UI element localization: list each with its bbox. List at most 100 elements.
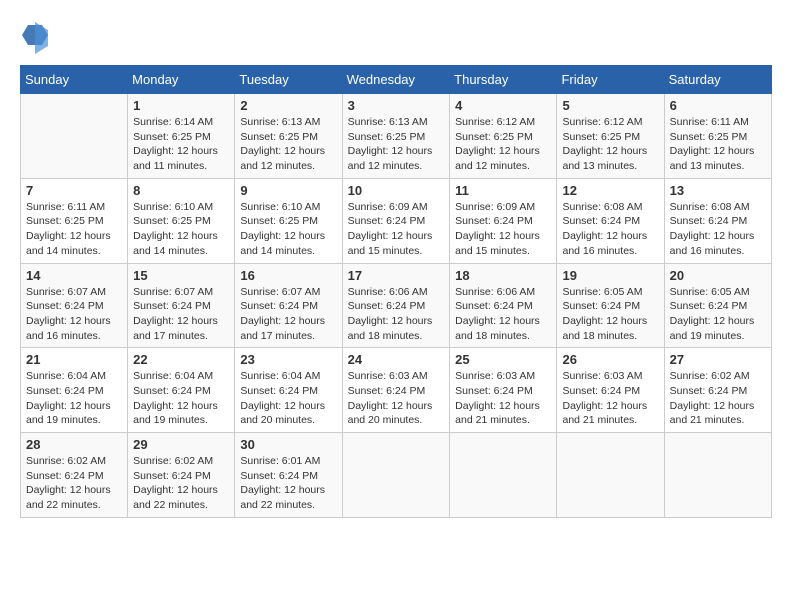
week-row-4: 21 Sunrise: 6:04 AM Sunset: 6:24 PM Dayli… xyxy=(21,348,772,433)
calendar-cell xyxy=(21,94,128,179)
day-info: Sunrise: 6:02 AM Sunset: 6:24 PM Dayligh… xyxy=(26,454,122,513)
calendar-cell: 10 Sunrise: 6:09 AM Sunset: 6:24 PM Dayli… xyxy=(342,178,450,263)
day-info: Sunrise: 6:05 AM Sunset: 6:24 PM Dayligh… xyxy=(562,285,658,344)
calendar-cell: 21 Sunrise: 6:04 AM Sunset: 6:24 PM Dayli… xyxy=(21,348,128,433)
column-header-saturday: Saturday xyxy=(664,66,771,94)
day-info: Sunrise: 6:09 AM Sunset: 6:24 PM Dayligh… xyxy=(455,200,551,259)
calendar-cell: 5 Sunrise: 6:12 AM Sunset: 6:25 PM Daylig… xyxy=(557,94,664,179)
calendar-cell: 1 Sunrise: 6:14 AM Sunset: 6:25 PM Daylig… xyxy=(128,94,235,179)
calendar-cell: 7 Sunrise: 6:11 AM Sunset: 6:25 PM Daylig… xyxy=(21,178,128,263)
day-info: Sunrise: 6:03 AM Sunset: 6:24 PM Dayligh… xyxy=(348,369,445,428)
day-number: 17 xyxy=(348,268,445,283)
calendar-table: SundayMondayTuesdayWednesdayThursdayFrid… xyxy=(20,65,772,518)
day-info: Sunrise: 6:08 AM Sunset: 6:24 PM Dayligh… xyxy=(670,200,766,259)
calendar-cell: 14 Sunrise: 6:07 AM Sunset: 6:24 PM Dayli… xyxy=(21,263,128,348)
day-info: Sunrise: 6:14 AM Sunset: 6:25 PM Dayligh… xyxy=(133,115,229,174)
day-number: 25 xyxy=(455,352,551,367)
calendar-cell: 22 Sunrise: 6:04 AM Sunset: 6:24 PM Dayli… xyxy=(128,348,235,433)
day-info: Sunrise: 6:02 AM Sunset: 6:24 PM Dayligh… xyxy=(133,454,229,513)
day-info: Sunrise: 6:04 AM Sunset: 6:24 PM Dayligh… xyxy=(133,369,229,428)
column-header-sunday: Sunday xyxy=(21,66,128,94)
day-number: 8 xyxy=(133,183,229,198)
column-header-thursday: Thursday xyxy=(450,66,557,94)
calendar-cell: 24 Sunrise: 6:03 AM Sunset: 6:24 PM Dayli… xyxy=(342,348,450,433)
day-info: Sunrise: 6:04 AM Sunset: 6:24 PM Dayligh… xyxy=(240,369,336,428)
calendar-cell: 4 Sunrise: 6:12 AM Sunset: 6:25 PM Daylig… xyxy=(450,94,557,179)
day-info: Sunrise: 6:05 AM Sunset: 6:24 PM Dayligh… xyxy=(670,285,766,344)
calendar-cell xyxy=(450,433,557,518)
day-number: 21 xyxy=(26,352,122,367)
column-header-wednesday: Wednesday xyxy=(342,66,450,94)
calendar-cell: 23 Sunrise: 6:04 AM Sunset: 6:24 PM Dayli… xyxy=(235,348,342,433)
calendar-header-row: SundayMondayTuesdayWednesdayThursdayFrid… xyxy=(21,66,772,94)
day-number: 7 xyxy=(26,183,122,198)
day-info: Sunrise: 6:12 AM Sunset: 6:25 PM Dayligh… xyxy=(562,115,658,174)
header xyxy=(20,20,772,55)
calendar-cell xyxy=(557,433,664,518)
day-number: 18 xyxy=(455,268,551,283)
day-info: Sunrise: 6:10 AM Sunset: 6:25 PM Dayligh… xyxy=(133,200,229,259)
week-row-3: 14 Sunrise: 6:07 AM Sunset: 6:24 PM Dayli… xyxy=(21,263,772,348)
calendar-cell: 19 Sunrise: 6:05 AM Sunset: 6:24 PM Dayli… xyxy=(557,263,664,348)
day-number: 2 xyxy=(240,98,336,113)
day-number: 28 xyxy=(26,437,122,452)
day-info: Sunrise: 6:07 AM Sunset: 6:24 PM Dayligh… xyxy=(133,285,229,344)
calendar-cell: 25 Sunrise: 6:03 AM Sunset: 6:24 PM Dayli… xyxy=(450,348,557,433)
day-number: 5 xyxy=(562,98,658,113)
column-header-tuesday: Tuesday xyxy=(235,66,342,94)
week-row-2: 7 Sunrise: 6:11 AM Sunset: 6:25 PM Daylig… xyxy=(21,178,772,263)
calendar-cell: 12 Sunrise: 6:08 AM Sunset: 6:24 PM Dayli… xyxy=(557,178,664,263)
calendar-cell xyxy=(664,433,771,518)
calendar-cell: 16Sunrise: 6:07 AM Sunset: 6:24 PM Dayli… xyxy=(235,263,342,348)
calendar-cell: 27 Sunrise: 6:02 AM Sunset: 6:24 PM Dayli… xyxy=(664,348,771,433)
calendar-cell: 11 Sunrise: 6:09 AM Sunset: 6:24 PM Dayli… xyxy=(450,178,557,263)
day-number: 24 xyxy=(348,352,445,367)
day-info: Sunrise: 6:03 AM Sunset: 6:24 PM Dayligh… xyxy=(455,369,551,428)
day-number: 27 xyxy=(670,352,766,367)
day-number: 4 xyxy=(455,98,551,113)
day-info: Sunrise: 6:06 AM Sunset: 6:24 PM Dayligh… xyxy=(455,285,551,344)
day-number: 13 xyxy=(670,183,766,198)
day-info: Sunrise: 6:13 AM Sunset: 6:25 PM Dayligh… xyxy=(348,115,445,174)
day-number: 12 xyxy=(562,183,658,198)
calendar-cell: 17 Sunrise: 6:06 AM Sunset: 6:24 PM Dayli… xyxy=(342,263,450,348)
day-number: 6 xyxy=(670,98,766,113)
day-info: Sunrise: 6:13 AM Sunset: 6:25 PM Dayligh… xyxy=(240,115,336,174)
week-row-5: 28 Sunrise: 6:02 AM Sunset: 6:24 PM Dayli… xyxy=(21,433,772,518)
calendar-cell: 3 Sunrise: 6:13 AM Sunset: 6:25 PM Daylig… xyxy=(342,94,450,179)
day-number: 10 xyxy=(348,183,445,198)
day-info: Sunrise: 6:07 AM Sunset: 6:24 PM Dayligh… xyxy=(26,285,122,344)
calendar-cell: 15 Sunrise: 6:07 AM Sunset: 6:24 PM Dayli… xyxy=(128,263,235,348)
day-number: 11 xyxy=(455,183,551,198)
calendar-cell: 2 Sunrise: 6:13 AM Sunset: 6:25 PM Daylig… xyxy=(235,94,342,179)
day-number: 20 xyxy=(670,268,766,283)
week-row-1: 1 Sunrise: 6:14 AM Sunset: 6:25 PM Daylig… xyxy=(21,94,772,179)
day-info: Sunrise: 6:06 AM Sunset: 6:24 PM Dayligh… xyxy=(348,285,445,344)
day-number: 26 xyxy=(562,352,658,367)
day-number: 23 xyxy=(240,352,336,367)
day-number: 3 xyxy=(348,98,445,113)
day-info: Sunrise: 6:02 AM Sunset: 6:24 PM Dayligh… xyxy=(670,369,766,428)
day-info: Sunrise: 6:12 AM Sunset: 6:25 PM Dayligh… xyxy=(455,115,551,174)
day-info: Sunrise: 6:11 AM Sunset: 6:25 PM Dayligh… xyxy=(26,200,122,259)
day-info: Sunrise: 6:09 AM Sunset: 6:24 PM Dayligh… xyxy=(348,200,445,259)
calendar-cell: 18 Sunrise: 6:06 AM Sunset: 6:24 PM Dayli… xyxy=(450,263,557,348)
calendar-cell: 9Sunrise: 6:10 AM Sunset: 6:25 PM Daylig… xyxy=(235,178,342,263)
column-header-friday: Friday xyxy=(557,66,664,94)
calendar-cell: 30Sunrise: 6:01 AM Sunset: 6:24 PM Dayli… xyxy=(235,433,342,518)
day-info: Sunrise: 6:08 AM Sunset: 6:24 PM Dayligh… xyxy=(562,200,658,259)
day-number: 30 xyxy=(240,437,336,452)
day-number: 14 xyxy=(26,268,122,283)
day-info: Sunrise: 6:11 AM Sunset: 6:25 PM Dayligh… xyxy=(670,115,766,174)
day-info: Sunrise: 6:04 AM Sunset: 6:24 PM Dayligh… xyxy=(26,369,122,428)
day-number: 22 xyxy=(133,352,229,367)
day-number: 9 xyxy=(240,183,336,198)
day-number: 1 xyxy=(133,98,229,113)
calendar-cell: 13 Sunrise: 6:08 AM Sunset: 6:24 PM Dayli… xyxy=(664,178,771,263)
day-number: 29 xyxy=(133,437,229,452)
day-number: 19 xyxy=(562,268,658,283)
logo xyxy=(20,20,54,55)
calendar-cell: 20 Sunrise: 6:05 AM Sunset: 6:24 PM Dayli… xyxy=(664,263,771,348)
column-header-monday: Monday xyxy=(128,66,235,94)
day-number: 15 xyxy=(133,268,229,283)
